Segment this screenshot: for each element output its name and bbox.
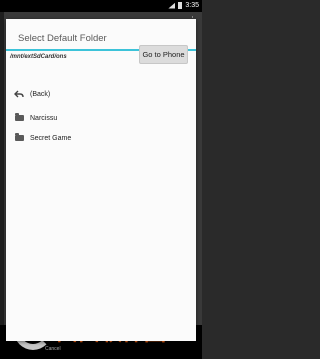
list-item-narcissu[interactable]: Narcissu [14, 111, 57, 125]
status-icons: 3:35 [168, 2, 199, 9]
signal-icon [168, 2, 176, 9]
list-item-label: (Back) [30, 90, 51, 98]
status-time: 3:35 [185, 2, 199, 9]
go-to-phone-button[interactable]: Go to Phone [139, 45, 188, 64]
list-item-back[interactable]: (Back) [14, 87, 50, 101]
list-item-label: Narcissu [30, 114, 58, 122]
status-bar: 3:35 [0, 0, 202, 12]
battery-icon [178, 2, 183, 9]
select-folder-dialog: Select Default Folder /mnt/extSdCard/ons… [6, 19, 196, 341]
list-item-secret-game[interactable]: Secret Game [14, 131, 71, 145]
folder-icon [14, 133, 24, 142]
list-item-label: Secret Game [30, 134, 72, 142]
folder-icon [14, 113, 24, 122]
dialog-title: Select Default Folder [18, 33, 107, 44]
back-arrow-icon [14, 90, 24, 98]
current-path: /mnt/extSdCard/ons [10, 54, 67, 60]
